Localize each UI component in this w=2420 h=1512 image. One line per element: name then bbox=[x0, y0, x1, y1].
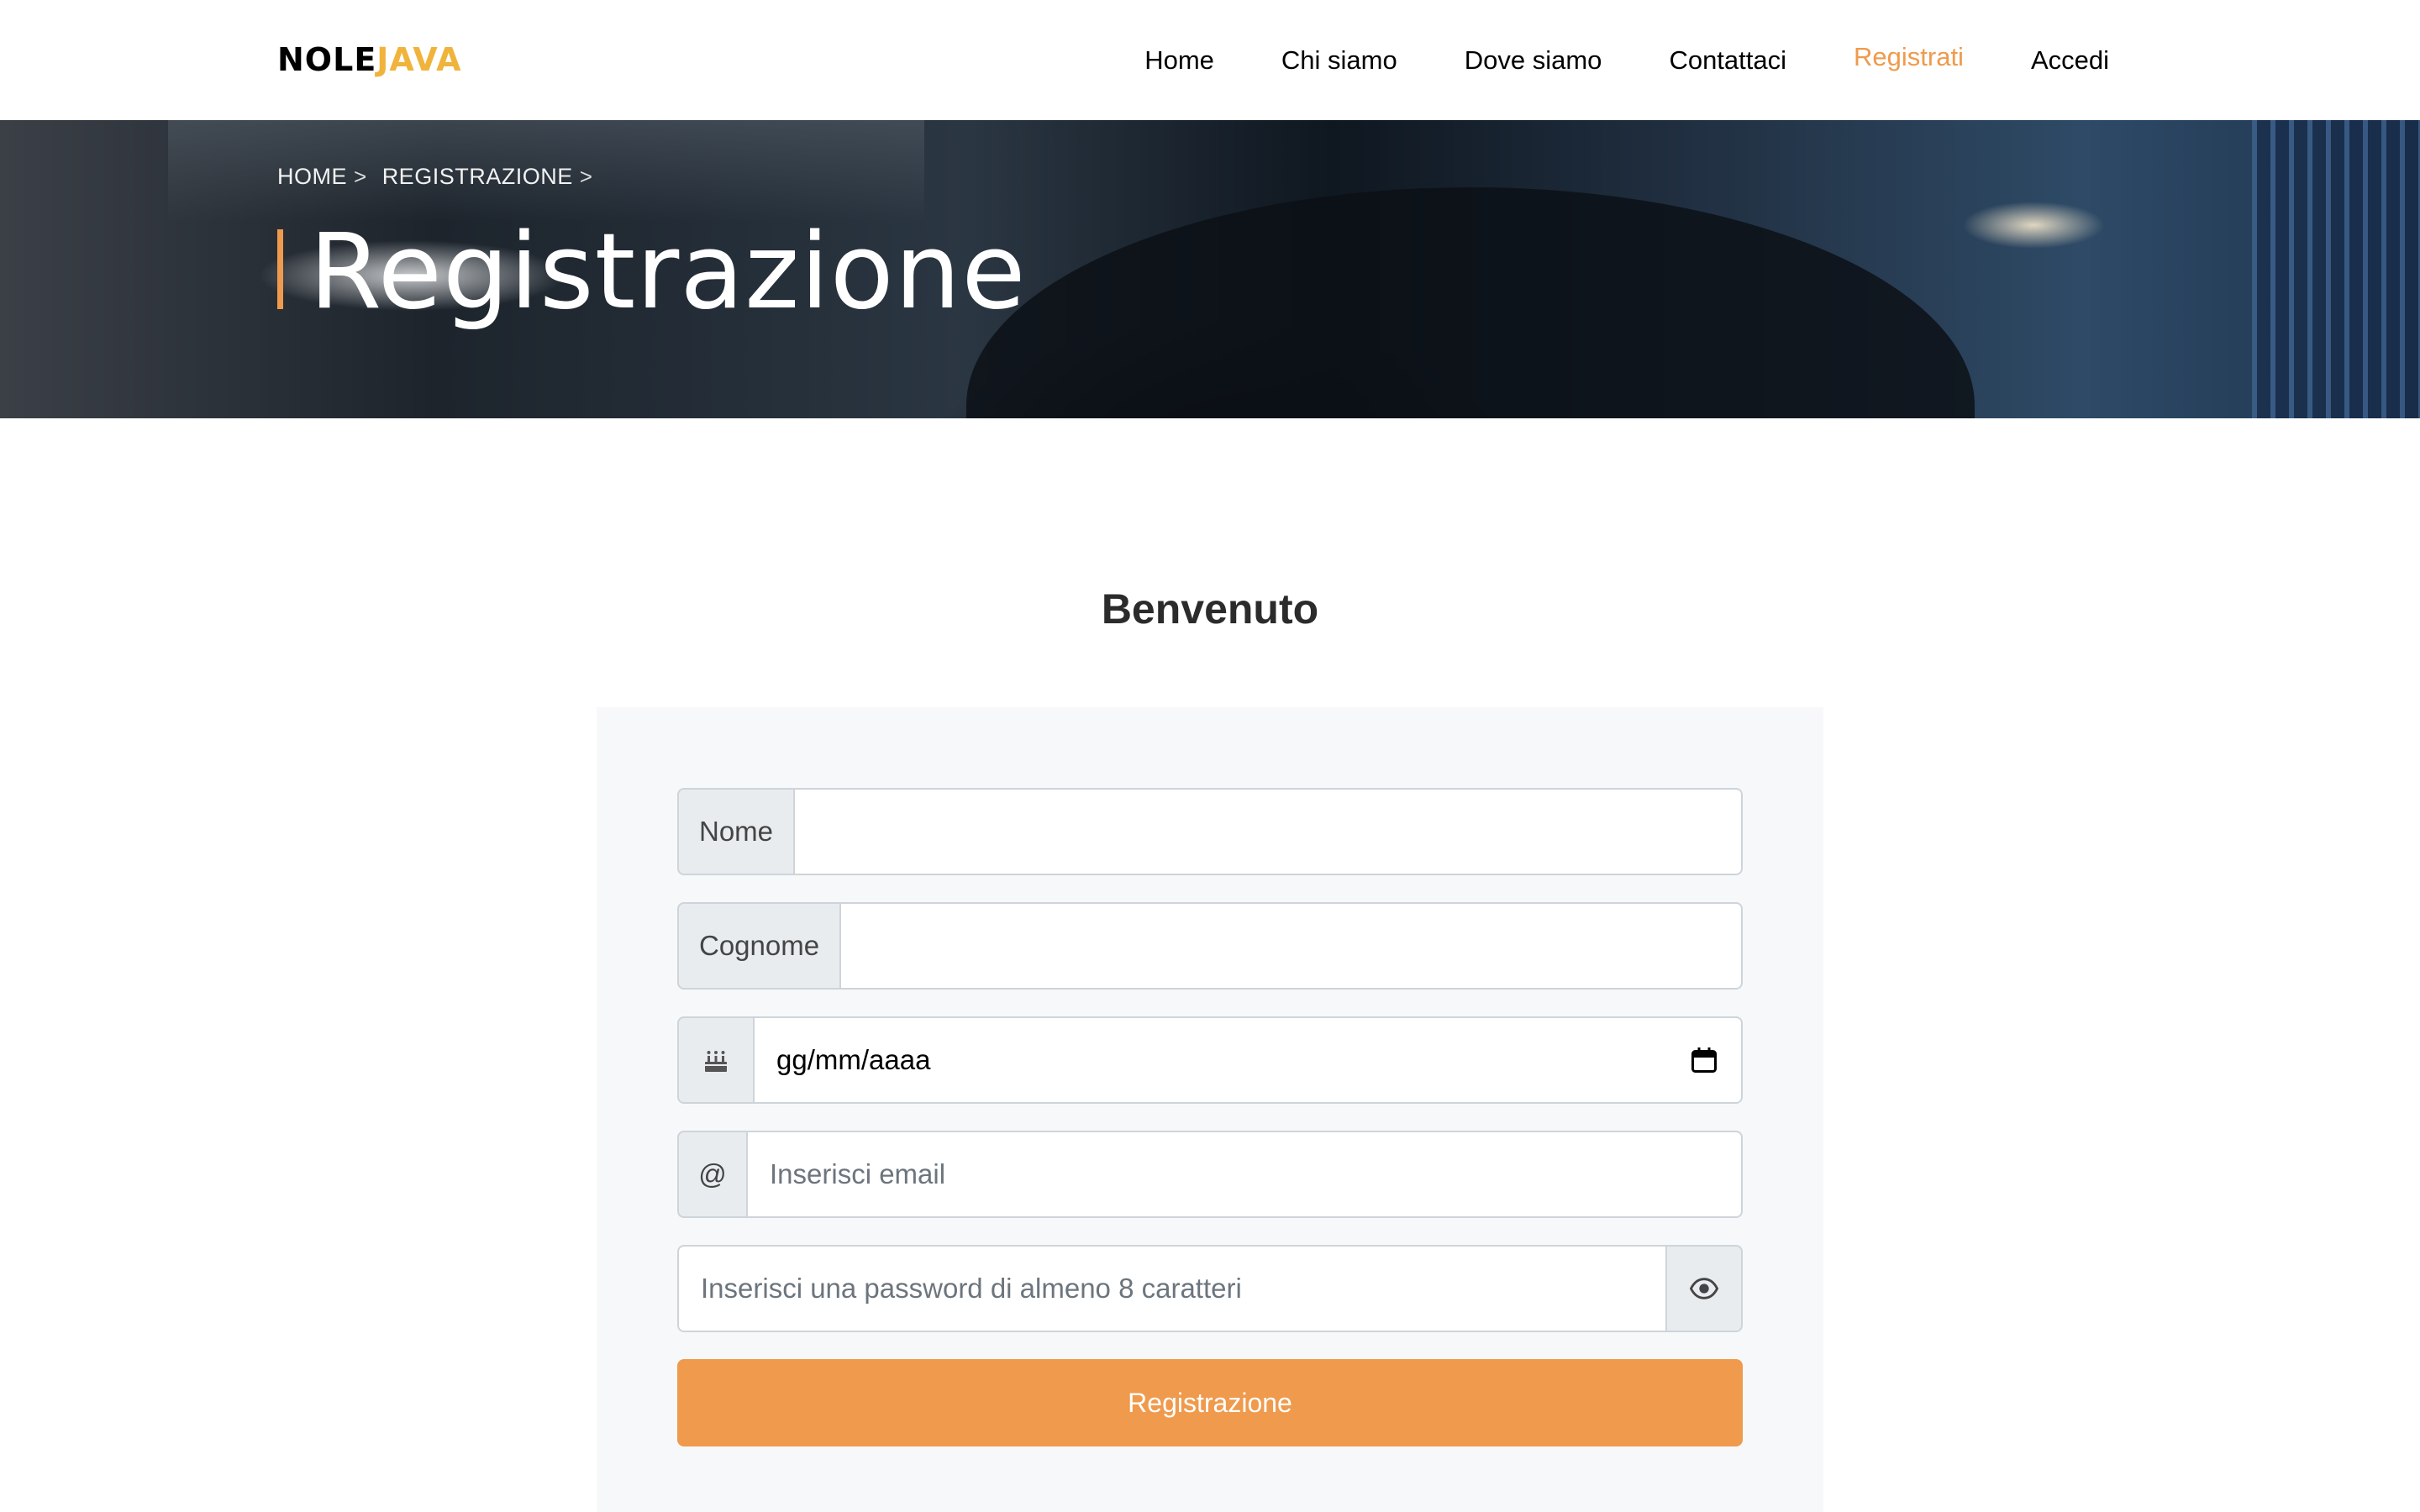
nome-input-group: Nome bbox=[677, 788, 1743, 875]
nav-chi-siamo[interactable]: Chi siamo bbox=[1281, 42, 1397, 79]
birthday-cake-icon bbox=[677, 1016, 755, 1104]
breadcrumb-registrazione[interactable]: REGISTRAZIONE bbox=[382, 164, 573, 190]
eye-icon bbox=[1690, 1278, 1718, 1299]
calendar-icon[interactable] bbox=[1689, 1045, 1719, 1075]
hero-banner: HOME > REGISTRAZIONE > Registrazione bbox=[0, 120, 2420, 418]
breadcrumb-separator: > bbox=[579, 164, 593, 189]
password-input-group bbox=[677, 1245, 1743, 1332]
page-title: Registrazione bbox=[309, 212, 1027, 333]
nome-label: Nome bbox=[677, 788, 796, 875]
email-input-group: @ bbox=[677, 1131, 1743, 1218]
registrazione-submit-button[interactable]: Registrazione bbox=[677, 1359, 1743, 1446]
main-nav: Home Chi siamo Dove siamo Contattaci Reg… bbox=[1144, 42, 2109, 79]
cognome-field-wrapper bbox=[841, 902, 1743, 990]
email-field-wrapper bbox=[748, 1131, 1743, 1218]
nome-field[interactable] bbox=[817, 816, 1719, 848]
email-field[interactable] bbox=[770, 1158, 1719, 1190]
hero-title-accent-bar bbox=[277, 229, 283, 309]
cognome-label: Cognome bbox=[677, 902, 842, 990]
nav-contattaci[interactable]: Contattaci bbox=[1669, 42, 1786, 79]
breadcrumb-separator: > bbox=[354, 164, 367, 189]
breadcrumb-home[interactable]: HOME bbox=[277, 164, 347, 190]
nav-dove-siamo[interactable]: Dove siamo bbox=[1465, 42, 1602, 79]
nav-home[interactable]: Home bbox=[1144, 42, 1214, 79]
nome-field-wrapper bbox=[795, 788, 1743, 875]
password-field[interactable] bbox=[701, 1273, 1644, 1305]
registration-form: Nome Cognome gg/mm/aaaa @ Inserisci emai… bbox=[597, 707, 1823, 1512]
birthdate-field[interactable]: gg/mm/aaaa bbox=[755, 1016, 1743, 1104]
password-field-wrapper bbox=[677, 1245, 1665, 1332]
at-sign-icon: @ bbox=[677, 1131, 748, 1218]
nav-accedi[interactable]: Accedi bbox=[2031, 42, 2109, 79]
welcome-heading: Benvenuto bbox=[1101, 585, 1319, 633]
nav-registrati[interactable]: Registrati bbox=[1854, 39, 1964, 79]
hero-car-silhouette bbox=[966, 187, 1975, 418]
breadcrumb: HOME > REGISTRAZIONE > bbox=[277, 164, 592, 190]
brand-logo[interactable]: NOLEJAVA bbox=[277, 40, 462, 79]
birthdate-value: gg/mm/aaaa bbox=[776, 1044, 931, 1075]
hero-building-lights bbox=[2252, 120, 2420, 418]
top-navbar: NOLEJAVA Home Chi siamo Dove siamo Conta… bbox=[0, 0, 2420, 120]
cognome-input-group: Cognome bbox=[677, 902, 1743, 990]
cognome-field[interactable] bbox=[863, 930, 1719, 962]
brand-logo-part1: NOLE bbox=[277, 41, 377, 78]
birthdate-input-group: gg/mm/aaaa bbox=[677, 1016, 1743, 1104]
brand-logo-part2: JAVA bbox=[376, 41, 462, 78]
toggle-password-visibility-button[interactable] bbox=[1665, 1245, 1743, 1332]
